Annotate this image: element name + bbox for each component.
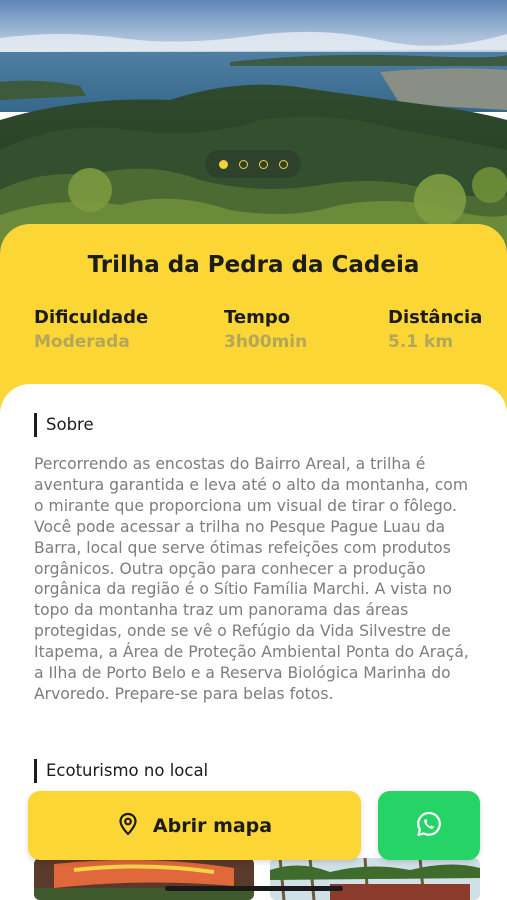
gallery-photo	[270, 858, 480, 900]
difficulty-stat: Dificuldade Moderada	[34, 306, 148, 354]
time-label: Tempo	[224, 307, 291, 328]
distance-label: Distância	[388, 307, 483, 328]
carousel-dot[interactable]	[238, 159, 248, 169]
carousel-dot[interactable]	[258, 159, 268, 169]
gallery-image[interactable]	[270, 858, 480, 900]
about-text: Percorrendo as encostas do Bairro Areal,…	[34, 455, 469, 703]
whatsapp-icon	[415, 810, 443, 842]
time-value: 3h00min	[224, 332, 308, 352]
trail-title: Trilha da Pedra da Cadeia	[87, 252, 420, 278]
distance-stat: Distância 5.1 km	[388, 306, 482, 354]
open-map-button[interactable]: Abrir mapa	[28, 791, 361, 860]
home-indicator[interactable]	[165, 886, 343, 891]
carousel-indicator	[205, 150, 301, 178]
map-pin-icon	[117, 812, 139, 840]
whatsapp-button[interactable]	[378, 791, 480, 860]
carousel-dot[interactable]	[218, 159, 228, 169]
about-heading: Sobre	[34, 413, 94, 437]
carousel-dot[interactable]	[278, 159, 288, 169]
gallery-photo	[34, 858, 254, 900]
distance-value: 5.1 km	[388, 332, 454, 352]
difficulty-value: Moderada	[34, 332, 130, 352]
gallery-image[interactable]	[34, 858, 254, 900]
difficulty-label: Dificuldade	[34, 307, 149, 328]
ecotourism-heading: Ecoturismo no local	[34, 759, 208, 783]
time-stat: Tempo 3h00min	[224, 306, 307, 354]
open-map-label: Abrir mapa	[152, 814, 273, 837]
